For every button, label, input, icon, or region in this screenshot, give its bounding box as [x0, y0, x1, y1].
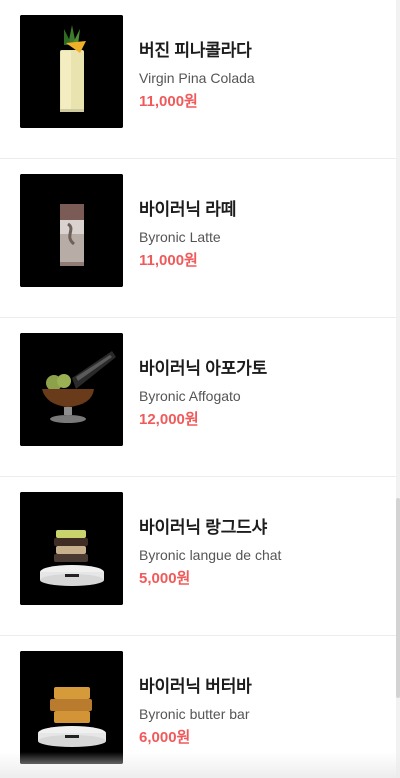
pina-colada-image [20, 15, 123, 128]
item-name-en: Byronic Affogato [139, 388, 241, 404]
menu-screen: 버진 피나콜라다 Virgin Pina Colada 11,000원 바이러닉… [0, 0, 400, 778]
menu-item[interactable]: 버진 피나콜라다 Virgin Pina Colada 11,000원 [0, 0, 396, 159]
item-name-ko: 바이러닉 아포가토 [139, 359, 268, 378]
item-name-en: Byronic langue de chat [139, 547, 282, 563]
item-price: 6,000원 [139, 729, 191, 746]
item-name-ko: 바이러닉 버터바 [139, 677, 252, 696]
latte-image [20, 174, 123, 287]
item-price: 5,000원 [139, 570, 191, 587]
menu-item[interactable]: 바이러닉 아포가토 Byronic Affogato 12,000원 [0, 318, 396, 477]
item-name-ko: 바이러닉 라떼 [139, 200, 237, 219]
item-name-ko: 버진 피나콜라다 [139, 41, 252, 60]
item-name-en: Byronic Latte [139, 229, 221, 245]
butter-bar-image [20, 651, 123, 764]
langue-de-chat-image [20, 492, 123, 605]
scrollbar-thumb[interactable] [396, 498, 400, 698]
item-price: 11,000원 [139, 252, 198, 269]
item-name-en: Virgin Pina Colada [139, 70, 255, 86]
bottom-fade [0, 752, 400, 778]
menu-list: 버진 피나콜라다 Virgin Pina Colada 11,000원 바이러닉… [0, 0, 396, 778]
menu-item[interactable]: 바이러닉 라떼 Byronic Latte 11,000원 [0, 159, 396, 318]
menu-item[interactable]: 바이러닉 랑그드샤 Byronic langue de chat 5,000원 [0, 477, 396, 636]
item-name-ko: 바이러닉 랑그드샤 [139, 518, 268, 537]
affogato-image [20, 333, 123, 446]
item-name-en: Byronic butter bar [139, 706, 250, 722]
item-price: 11,000원 [139, 93, 198, 110]
item-price: 12,000원 [139, 411, 199, 428]
